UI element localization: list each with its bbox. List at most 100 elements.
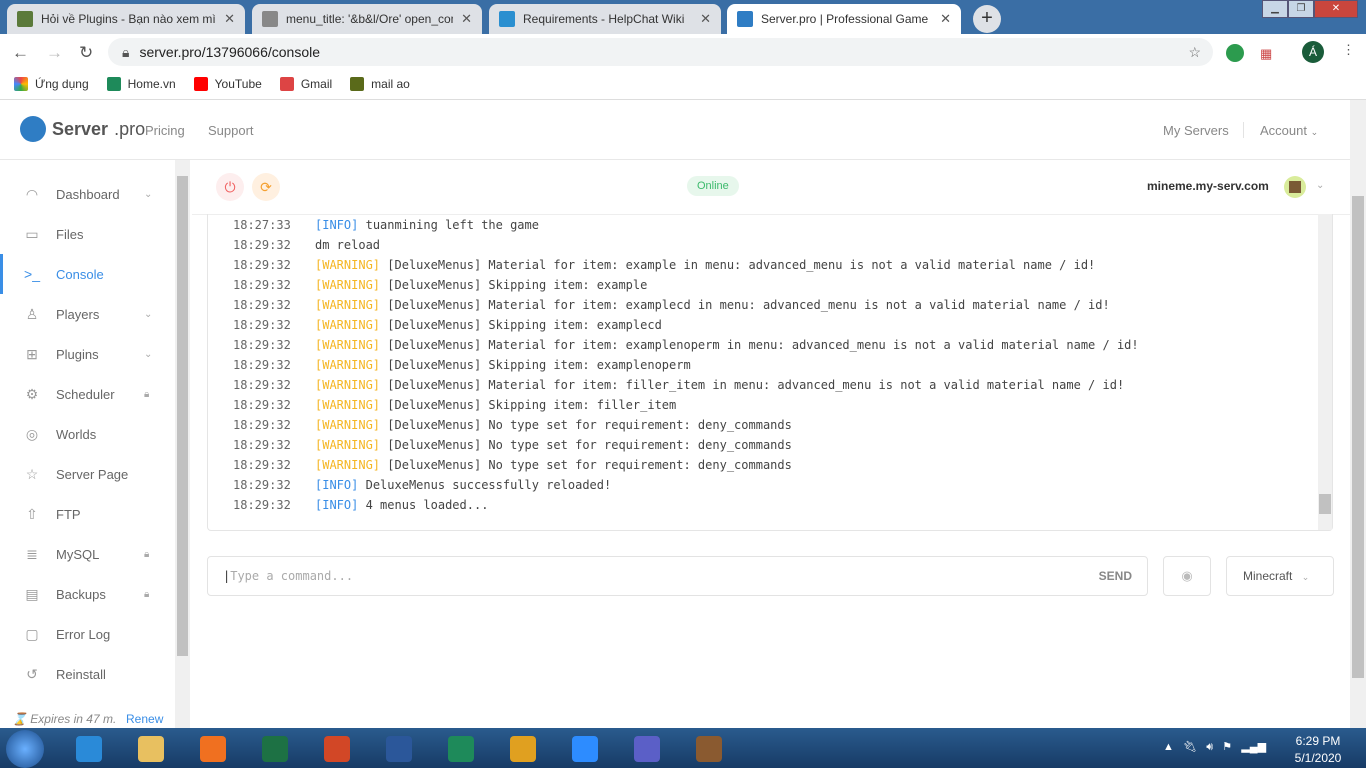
minimize-button[interactable]: ▁ [1262, 0, 1288, 18]
log-level: [WARNING] [315, 458, 381, 472]
bookmark-youtube[interactable]: YouTube [193, 76, 262, 91]
taskbar-excel[interactable] [248, 731, 302, 767]
taskbar-minecraft[interactable] [682, 731, 736, 767]
expires-text: ⌛ Expires in 47 m. [12, 712, 117, 726]
sidebar-item-error-log[interactable]: ▢ Error Log [0, 614, 175, 654]
error-log-icon: ▢ [25, 626, 39, 642]
sidebar-item-mysql[interactable]: ≣ MySQL 🔒︎ [0, 534, 175, 574]
log-level: [WARNING] [315, 318, 381, 332]
sidebar-item-console[interactable]: >_ Console [0, 254, 175, 294]
forward-icon[interactable]: → [46, 43, 63, 63]
console-scrollbar[interactable] [1318, 214, 1332, 530]
back-icon[interactable]: ← [12, 43, 29, 63]
scheduler-icon: ⚙ [25, 386, 39, 402]
page-scrollbar-thumb[interactable] [1352, 196, 1364, 678]
mysql-icon: ≣ [26, 546, 38, 562]
sidebar-item-server-page[interactable]: ☆ Server Page [0, 454, 175, 494]
taskbar-chrome[interactable] [496, 731, 550, 767]
tray-icons[interactable]: ▲ 🔌︎ 🔊︎ ⚑ ▂▄▆ [1163, 740, 1266, 754]
sidebar-item-players[interactable]: ♙ Players ⌄ [0, 294, 175, 334]
menu-icon[interactable]: ⋮ [1342, 42, 1355, 58]
sidebar-scrollbar-thumb[interactable] [177, 176, 188, 656]
log-level: [WARNING] [315, 378, 381, 392]
command-input[interactable]: | Type a command... SEND [207, 556, 1148, 596]
log-level: [INFO] [315, 218, 359, 232]
sidebar-item-worlds[interactable]: ◎ Worlds [0, 414, 175, 454]
browser-tab[interactable]: menu_title: '&b&l/Ore' open_con ✕ [252, 4, 482, 34]
sidebar-item-dashboard[interactable]: ◠ Dashboard ⌄ [0, 174, 175, 214]
reinstall-icon: ↺ [26, 666, 38, 682]
sidebar-item-files[interactable]: ▭ Files [0, 214, 175, 254]
powerpoint-icon [324, 736, 350, 762]
restart-button[interactable]: ⟳ [252, 173, 280, 201]
taskbar-media-player[interactable] [186, 731, 240, 767]
extension-icon[interactable] [1226, 44, 1244, 62]
favicon-icon [737, 11, 753, 27]
sidebar-item-plugins[interactable]: ⊞ Plugins ⌄ [0, 334, 175, 374]
game-select[interactable]: Minecraft ⌄ [1226, 556, 1334, 596]
console-icon: >_ [24, 266, 40, 282]
bookmark-mail-ao[interactable]: mail ao [350, 76, 410, 91]
site-header [0, 100, 1350, 160]
close-tab-icon[interactable]: ✕ [940, 11, 951, 27]
browser-tab[interactable]: Requirements - HelpChat Wiki ✕ [489, 4, 721, 34]
close-tab-icon[interactable]: ✕ [461, 11, 472, 27]
close-tab-icon[interactable]: ✕ [700, 11, 711, 27]
star-icon[interactable]: ☆ [1188, 44, 1201, 61]
excel-icon [262, 736, 288, 762]
nav-support[interactable]: Support [208, 123, 254, 138]
power-button[interactable]: ⏻ [216, 173, 244, 201]
favicon-icon [17, 11, 33, 27]
maximize-button[interactable]: ❐ [1288, 0, 1314, 18]
taskbar-file-explorer[interactable] [124, 731, 178, 767]
profile-avatar[interactable]: Á [1302, 41, 1324, 63]
close-window-button[interactable]: ✕ [1314, 0, 1358, 18]
dashboard-icon: ◠ [25, 186, 39, 202]
bookmark-homevn[interactable]: Home.vn [106, 76, 176, 91]
worlds-icon: ◎ [25, 426, 39, 442]
sidebar-item-scheduler[interactable]: ⚙ Scheduler 🔒︎ [0, 374, 175, 414]
players-icon: ♙ [25, 306, 39, 322]
reload-icon[interactable]: ↻ [79, 43, 93, 63]
log-level: [WARNING] [315, 338, 381, 352]
taskbar-word[interactable] [372, 731, 426, 767]
bookmark-gmail[interactable]: Gmail [279, 76, 332, 91]
console-scrollbar-thumb[interactable] [1319, 494, 1331, 514]
server-game-icon[interactable] [1284, 176, 1306, 198]
new-tab-button[interactable]: + [973, 5, 1001, 33]
status-badge: Online [687, 176, 739, 196]
clock[interactable]: 6:29 PM 5/1/2020 [1288, 733, 1348, 767]
log-level: [WARNING] [315, 438, 381, 452]
taskbar-internet-explorer[interactable] [62, 731, 116, 767]
taskbar-zoom[interactable] [558, 731, 612, 767]
server-hostname[interactable]: mineme.my-serv.com [1147, 179, 1269, 193]
chevron-down-icon[interactable]: ⌄ [1316, 180, 1324, 191]
url-input[interactable]: 🔒︎ server.pro/13796066/console ☆ [108, 38, 1213, 66]
serverpro-logo[interactable]: Server .pro [20, 116, 145, 142]
nav-pricing[interactable]: Pricing [145, 123, 185, 138]
nav-account[interactable]: Account ⌄ [1260, 123, 1318, 138]
file-explorer-icon [138, 736, 164, 762]
taskbar-powerpoint[interactable] [310, 731, 364, 767]
start-button[interactable] [6, 730, 44, 768]
browser-tab[interactable]: Hỏi về Plugins - Bạn nào xem mìn ✕ [7, 4, 245, 34]
bookmark-apps[interactable]: Ứng dụng [14, 76, 89, 91]
minecraft-icon [696, 736, 722, 762]
close-tab-icon[interactable]: ✕ [224, 11, 235, 27]
send-button[interactable]: SEND [1099, 569, 1132, 583]
taskbar-teams[interactable] [620, 731, 674, 767]
browser-tab[interactable]: Server.pro | Professional Game Se ✕ [727, 4, 961, 34]
logo-icon [20, 116, 46, 142]
log-level: [WARNING] [315, 278, 381, 292]
sidebar-item-reinstall[interactable]: ↺ Reinstall [0, 654, 175, 694]
lock-icon: 🔒︎ [122, 43, 130, 60]
plugins-icon: ⊞ [26, 346, 38, 362]
sidebar-item-backups[interactable]: ▤ Backups 🔒︎ [0, 574, 175, 614]
renew-link[interactable]: Renew [126, 712, 163, 726]
taskbar-homevn[interactable] [434, 731, 488, 767]
nav-my-servers[interactable]: My Servers [1163, 123, 1229, 138]
calendar-extension-icon[interactable]: ▦ [1260, 46, 1272, 62]
sidebar-item-ftp[interactable]: ⇧ FTP [0, 494, 175, 534]
chevron-down-icon: ⌄ [144, 308, 153, 320]
eye-icon-button[interactable]: ◉ [1163, 556, 1211, 596]
